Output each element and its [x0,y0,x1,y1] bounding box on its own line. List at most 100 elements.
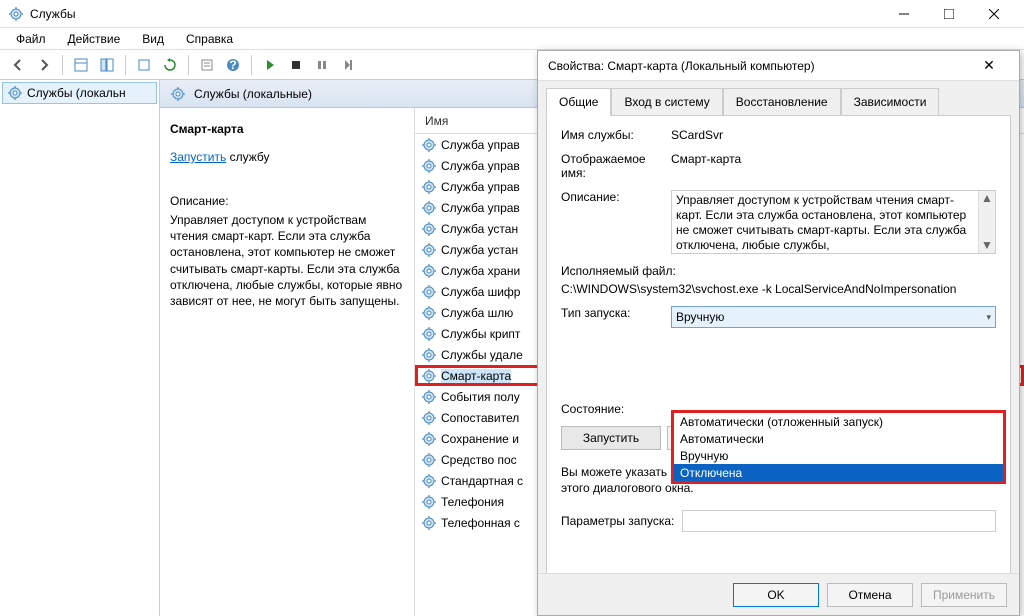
service-name: Смарт-карта [441,369,511,383]
export-button[interactable] [132,53,156,77]
gear-icon [170,86,186,102]
exe-value: C:\WINDOWS\system32\svchost.exe -k Local… [561,282,996,296]
menu-help[interactable]: Справка [176,30,243,48]
app-icon [8,6,24,22]
gear-icon [421,410,437,426]
dialog-close-button[interactable]: ✕ [969,52,1009,80]
details-button[interactable] [69,53,93,77]
tab-general[interactable]: Общие [546,88,611,116]
params-label: Параметры запуска: [561,514,674,528]
gear-icon [7,85,23,101]
tab-logon[interactable]: Вход в систему [611,88,722,116]
apply-button[interactable]: Применить [921,583,1007,607]
description-text: Управляет доступом к устройствам чтения … [170,212,404,309]
description-label: Описание: [561,190,671,204]
refresh-button[interactable] [158,53,182,77]
service-name: Сопоставител [441,411,519,425]
menu-action[interactable]: Действие [58,30,131,48]
gear-icon [421,494,437,510]
ok-button[interactable]: OK [733,583,819,607]
menu-view[interactable]: Вид [132,30,174,48]
startup-type-dropdown[interactable]: Автоматически (отложенный запуск)Автомат… [671,410,1006,484]
stop-button[interactable] [284,53,308,77]
gear-icon [421,347,437,363]
service-name: Службы удале [441,348,523,362]
svg-text:?: ? [229,58,236,72]
startup-option[interactable]: Автоматически [674,430,1003,447]
back-button[interactable] [6,53,30,77]
gear-icon [421,389,437,405]
description-label: Описание: [170,194,404,208]
gear-icon [421,326,437,342]
tab-page-general: Имя службы: SCardSvr Отображаемое имя: С… [546,115,1011,575]
window-titlebar: Службы [0,0,1024,28]
dialog-title: Свойства: Смарт-карта (Локальный компьют… [548,59,815,73]
service-name: Телефонная с [441,516,520,530]
tab-strip: Общие Вход в систему Восстановление Зави… [538,81,1019,115]
startup-type-combo[interactable]: Вручную ▾ [671,306,996,328]
startup-option[interactable]: Автоматически (отложенный запуск) [674,413,1003,430]
exe-label: Исполняемый файл: [561,264,996,278]
gear-icon [421,515,437,531]
description-panel: Смарт-карта Запустить службу Описание: У… [160,108,415,616]
gear-icon [421,242,437,258]
gear-icon [421,179,437,195]
gear-icon [421,284,437,300]
properties-button[interactable] [195,53,219,77]
service-name: Служба управ [441,138,520,152]
service-name: Служба устан [441,243,518,257]
close-button[interactable] [971,0,1016,28]
start-service-link[interactable]: Запустить [170,150,226,164]
service-name: Служба устан [441,222,518,236]
pause-button[interactable] [310,53,334,77]
service-name: События полу [441,390,520,404]
description-box: Управляет доступом к устройствам чтения … [671,190,996,254]
gear-icon [421,305,437,321]
service-name: Сохранение и [441,432,519,446]
tree-root-label: Службы (локальн [27,86,126,100]
restart-button[interactable] [336,53,360,77]
tab-recovery[interactable]: Восстановление [723,88,841,116]
menubar: Файл Действие Вид Справка [0,28,1024,50]
cancel-button[interactable]: Отмена [827,583,913,607]
selected-service-title: Смарт-карта [170,122,404,136]
service-name: Службы крипт [441,327,520,341]
gear-icon [421,473,437,489]
description-value: Управляет доступом к устройствам чтения … [676,193,966,252]
show-hide-button[interactable] [95,53,119,77]
service-name: Служба управ [441,180,520,194]
service-name: Служба шифр [441,285,520,299]
gear-icon [421,368,437,384]
chevron-down-icon: ▾ [986,312,991,323]
forward-button[interactable] [32,53,56,77]
help-button[interactable]: ? [221,53,245,77]
tab-dependencies[interactable]: Зависимости [841,88,940,116]
start-button[interactable]: Запустить [561,426,661,450]
menu-file[interactable]: Файл [6,30,56,48]
dialog-titlebar: Свойства: Смарт-карта (Локальный компьют… [538,51,1019,81]
properties-dialog: Свойства: Смарт-карта (Локальный компьют… [537,50,1020,616]
service-name: Служба храни [441,264,520,278]
gear-icon [421,200,437,216]
gear-icon [421,137,437,153]
service-name: Служба управ [441,201,520,215]
startup-option[interactable]: Вручную [674,447,1003,464]
content-header-label: Службы (локальные) [194,87,312,101]
gear-icon [421,452,437,468]
service-name: Служба шлю [441,306,513,320]
startup-option[interactable]: Отключена [674,464,1003,481]
state-label: Состояние: [561,402,624,416]
window-title: Службы [30,7,75,21]
service-name-value: SCardSvr [671,128,996,142]
params-input[interactable] [682,510,996,532]
service-name: Служба управ [441,159,520,173]
service-name: Средство пос [441,453,517,467]
play-button[interactable] [258,53,282,77]
maximize-button[interactable] [926,0,971,28]
service-name: Телефония [441,495,504,509]
minimize-button[interactable] [881,0,926,28]
tree-root-node[interactable]: Службы (локальн [2,82,157,104]
description-scrollbar[interactable]: ▲▼ [978,191,995,253]
display-name-label: Отображаемое имя: [561,152,671,180]
start-service-suffix: службу [226,150,269,164]
